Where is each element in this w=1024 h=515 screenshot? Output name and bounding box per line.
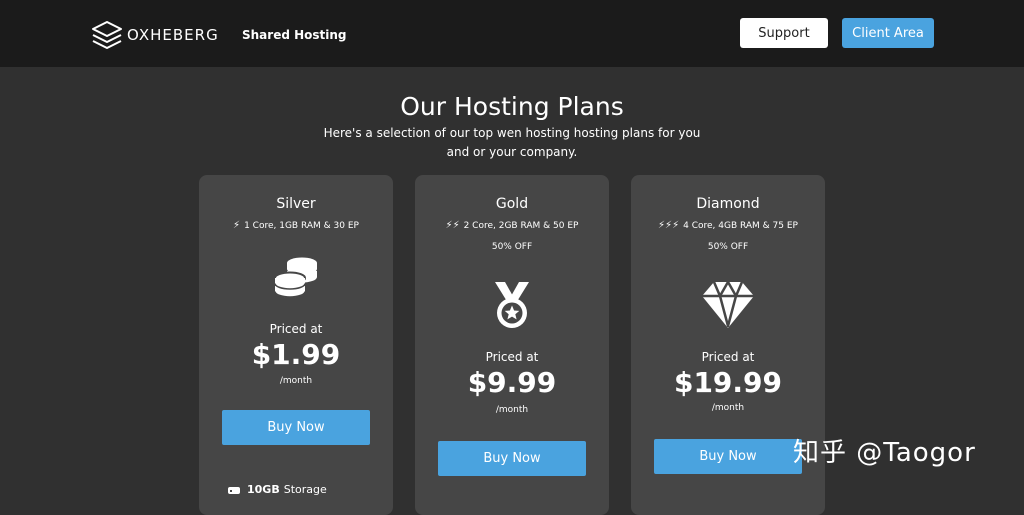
buy-now-button-diamond[interactable]: Buy Now [654,439,802,474]
feature-label: Storage [283,483,327,496]
watermark-text: 知乎 @Taogor [793,438,976,468]
client-area-button[interactable]: Client Area [842,18,934,48]
plan-name: Diamond [696,196,760,212]
discount-badge: 50% OFF [491,242,533,252]
plan-spec: ⚡⚡⚡ 4 Core, 4GB RAM & 75 EP [631,220,825,231]
plan-card-silver: Silver ⚡ 1 Core, 1GB RAM & 30 EP Priced a… [199,175,393,515]
plan-spec-text: 2 Core, 2GB RAM & 50 EP [463,221,579,231]
support-button[interactable]: Support [740,18,828,48]
plan-period: /month [495,405,529,415]
bolt-icon: ⚡⚡⚡ [658,220,680,231]
bolt-icon: ⚡ [233,220,241,231]
hard-drive-icon [228,486,240,494]
plan-card-gold: Gold ⚡⚡ 2 Core, 2GB RAM & 50 EP 50% OFF P… [415,175,609,515]
plan-price: $1.99 [251,338,341,371]
nav-link-shared-hosting[interactable]: Shared Hosting [242,28,347,42]
diamond-icon [702,280,754,328]
discount-badge: 50% OFF [707,242,749,252]
priced-at-label: Priced at [485,350,539,364]
plan-spec: ⚡ 1 Core, 1GB RAM & 30 EP [199,220,393,231]
plan-price: $19.99 [673,366,783,399]
priced-at-label: Priced at [701,350,755,364]
plan-spec-text: 1 Core, 1GB RAM & 30 EP [244,221,359,231]
layers-icon [92,21,122,49]
plan-name: Gold [495,196,529,212]
plan-spec: ⚡⚡ 2 Core, 2GB RAM & 50 EP [415,220,609,231]
coins-icon [274,257,317,298]
bolt-icon: ⚡⚡ [445,220,460,231]
feature-value: 10GB [247,483,280,496]
plan-spec-text: 4 Core, 4GB RAM & 75 EP [683,221,798,231]
priced-at-label: Priced at [269,322,323,336]
buy-now-button-silver[interactable]: Buy Now [222,410,370,445]
medal-icon [495,282,529,328]
buy-now-button-gold[interactable]: Buy Now [438,441,586,476]
plan-period: /month [711,403,745,413]
plan-name: Silver [276,196,316,212]
brand-name: OXHEBERG [127,26,219,44]
top-navigation-bar: OXHEBERG Shared Hosting Support Client A… [0,0,1024,67]
page-title: Our Hosting Plans [400,92,624,121]
plan-period: /month [279,376,313,386]
plan-price: $9.99 [467,366,557,399]
feature-storage: 10GB Storage [227,483,327,496]
page-subtitle: Here's a selection of our top wen hostin… [323,126,701,159]
brand-logo[interactable]: OXHEBERG [91,20,219,50]
